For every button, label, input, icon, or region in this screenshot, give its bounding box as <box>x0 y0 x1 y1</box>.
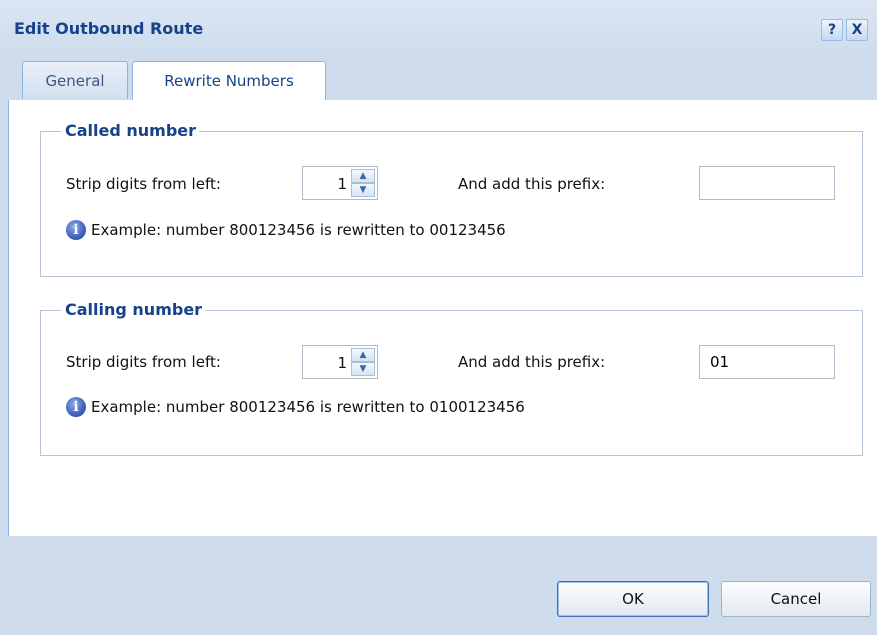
calling-strip-spinner[interactable]: 1 ▲ ▼ <box>302 345 378 379</box>
called-number-fieldset: Called number Strip digits from left: 1 … <box>40 121 863 277</box>
called-prefix-label: And add this prefix: <box>458 175 606 193</box>
chevron-down-icon[interactable]: ▼ <box>351 183 375 197</box>
rewrite-numbers-panel: Called number Strip digits from left: 1 … <box>8 100 877 536</box>
tab-general-label: General <box>45 71 105 90</box>
info-icon: i <box>66 397 86 417</box>
close-icon: X <box>851 22 863 38</box>
tab-general[interactable]: General <box>22 61 128 99</box>
dialog-title: Edit Outbound Route <box>14 19 204 38</box>
close-button[interactable]: X <box>846 19 868 41</box>
calling-number-legend: Calling number <box>61 300 206 320</box>
called-strip-value: 1 <box>337 175 347 193</box>
chevron-down-icon[interactable]: ▼ <box>351 362 375 376</box>
calling-prefix-label: And add this prefix: <box>458 353 606 371</box>
help-icon: ? <box>827 22 837 38</box>
calling-strip-label: Strip digits from left: <box>66 353 221 371</box>
tab-rewrite-numbers[interactable]: Rewrite Numbers <box>132 61 326 100</box>
cancel-button-label: Cancel <box>770 590 822 608</box>
calling-example-text: Example: number 800123456 is rewritten t… <box>91 398 525 416</box>
ok-button-label: OK <box>622 590 644 608</box>
calling-number-fieldset: Calling number Strip digits from left: 1… <box>40 300 863 456</box>
called-strip-label: Strip digits from left: <box>66 175 221 193</box>
cancel-button[interactable]: Cancel <box>721 581 871 617</box>
called-example-text: Example: number 800123456 is rewritten t… <box>91 221 506 239</box>
dialog-footer: OK Cancel <box>8 536 877 635</box>
calling-prefix-input[interactable] <box>699 345 835 379</box>
chevron-up-icon[interactable]: ▲ <box>351 348 375 362</box>
called-strip-spinner[interactable]: 1 ▲ ▼ <box>302 166 378 200</box>
info-icon: i <box>66 220 86 240</box>
called-number-legend: Called number <box>61 121 200 141</box>
tab-strip: General Rewrite Numbers <box>8 58 877 101</box>
chevron-up-icon[interactable]: ▲ <box>351 169 375 183</box>
ok-button[interactable]: OK <box>557 581 709 617</box>
dialog-titlebar: Edit Outbound Route ? X <box>0 0 877 58</box>
calling-strip-value: 1 <box>337 354 347 372</box>
called-prefix-input[interactable] <box>699 166 835 200</box>
tab-rewrite-numbers-label: Rewrite Numbers <box>164 72 294 90</box>
help-button[interactable]: ? <box>821 19 843 41</box>
